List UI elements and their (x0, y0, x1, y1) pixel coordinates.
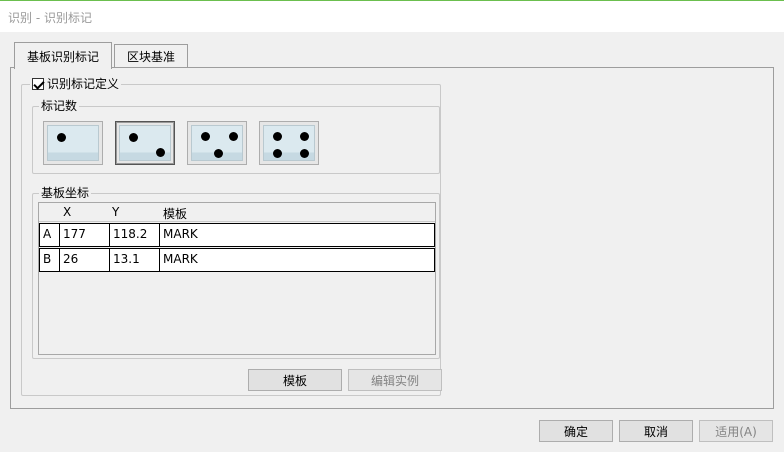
mark-dot (273, 149, 282, 158)
title-bar: 识别 - 识别标记 (0, 0, 784, 32)
cancel-button[interactable]: 取消 (619, 420, 693, 442)
table-header: X Y 模板 (39, 203, 435, 222)
template-cell[interactable]: MARK (160, 224, 436, 246)
board-coords-legend: 基板坐标 (39, 186, 92, 200)
tab-block-reference[interactable]: 区块基准 (114, 44, 188, 68)
mark-dot (300, 149, 309, 158)
template-cell[interactable]: MARK (160, 249, 436, 271)
three-marks-icon (191, 125, 243, 161)
four-marks-icon (263, 125, 315, 161)
row-id-cell: A (40, 224, 60, 246)
mark-dot (214, 149, 223, 158)
mark-dot (57, 133, 66, 142)
tab-board-mark-label: 基板识别标记 (26, 49, 99, 64)
mark-definition-header[interactable]: 识别标记定义 (30, 77, 122, 91)
one-mark-icon (47, 125, 99, 161)
edit-example-button[interactable]: 编辑实例 (348, 369, 442, 391)
mark-count-group: 标记数 (32, 99, 440, 174)
mark-definition-checkbox[interactable] (32, 78, 44, 90)
tab-panel: 识别标记定义 标记数 基板坐标 X Y 模板 A 177 118.2 MARK … (10, 67, 774, 409)
column-header-template: 模板 (163, 207, 188, 221)
mark-count-4-button[interactable] (259, 121, 319, 165)
mark-dot (129, 133, 138, 142)
mark-count-legend: 标记数 (39, 99, 80, 113)
ok-button[interactable]: 确定 (539, 420, 613, 442)
mark-dot (201, 132, 210, 141)
board-coords-group: 基板坐标 X Y 模板 A 177 118.2 MARK B 26 13.1 M… (32, 186, 440, 359)
tab-block-reference-label: 区块基准 (126, 50, 175, 64)
mark-count-1-button[interactable] (43, 121, 103, 165)
column-header-x: X (63, 205, 72, 219)
y-cell[interactable]: 118.2 (110, 224, 160, 246)
y-cell[interactable]: 13.1 (110, 249, 160, 271)
table-row[interactable]: B 26 13.1 MARK (39, 248, 435, 272)
apply-button[interactable]: 适用(A) (699, 420, 773, 442)
tab-board-mark[interactable]: 基板识别标记 (14, 42, 112, 69)
window-title: 识别 - 识别标记 (8, 11, 92, 25)
mark-count-3-button[interactable] (187, 121, 247, 165)
mark-count-2-button[interactable] (115, 121, 175, 165)
two-marks-icon (119, 125, 171, 161)
table-row[interactable]: A 177 118.2 MARK (39, 223, 435, 247)
template-button[interactable]: 模板 (248, 369, 342, 391)
mark-definition-label: 识别标记定义 (47, 77, 120, 91)
column-header-y: Y (112, 205, 120, 219)
row-id-cell: B (40, 249, 60, 271)
mark-definition-group: 识别标记定义 标记数 基板坐标 X Y 模板 A 177 118.2 MARK … (21, 77, 442, 396)
mark-dot (156, 148, 165, 157)
mark-dot (273, 132, 282, 141)
x-cell[interactable]: 177 (60, 224, 110, 246)
x-cell[interactable]: 26 (60, 249, 110, 271)
board-coords-table: X Y 模板 A 177 118.2 MARK B 26 13.1 MARK (38, 202, 436, 355)
mark-dot (229, 132, 238, 141)
mark-dot (300, 132, 309, 141)
